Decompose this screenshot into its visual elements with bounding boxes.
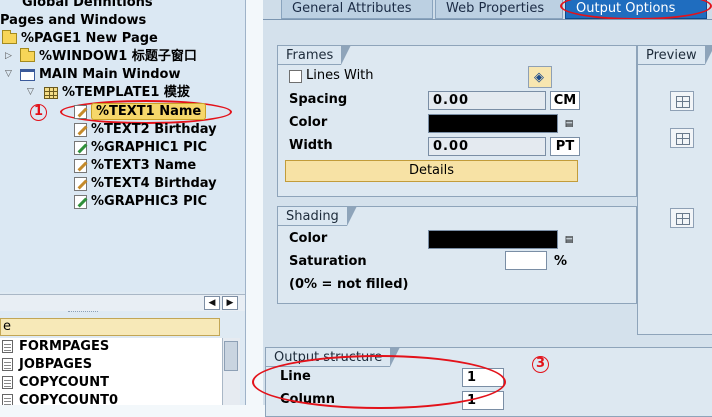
tree-node-label: %PAGE1 New Page — [21, 31, 158, 46]
preview-top-icon[interactable] — [670, 91, 694, 111]
list-item-label: COPYCOUNT0 — [19, 393, 119, 405]
annotation-marker-1: 1 — [30, 104, 47, 121]
list-item-label: COPYCOUNT — [19, 375, 109, 390]
field-list-header: e — [0, 318, 220, 336]
lines-with-label: Lines With — [306, 68, 374, 83]
width-field[interactable]: 0.00 — [428, 137, 546, 156]
tree-node-window1[interactable]: %WINDOW1 标题子窗口 — [20, 48, 197, 65]
shading-color-field[interactable] — [428, 230, 558, 249]
scroll-left-icon[interactable]: ◀ — [204, 296, 220, 310]
graphic-node-icon — [74, 194, 87, 209]
shading-group-title: Shading — [277, 206, 357, 226]
spacing-unit-field[interactable]: CM — [550, 91, 580, 110]
tree-node-graphic3[interactable]: %GRAPHIC3 PIC — [74, 193, 207, 210]
frame-color-field[interactable] — [428, 114, 558, 133]
tab-general-attributes[interactable]: General Attributes — [281, 0, 433, 19]
list-item[interactable]: JOBPAGES — [0, 356, 92, 374]
list-item[interactable]: COPYCOUNT0 — [0, 392, 118, 405]
folder-icon — [2, 30, 17, 44]
tree-node-pages-windows[interactable]: Pages and Windows — [0, 12, 146, 29]
tree-node-text1[interactable]: %TEXT1 Name — [74, 103, 207, 120]
preview-group-title: Preview — [637, 45, 712, 65]
spacing-label: Spacing — [289, 92, 348, 107]
tree-horizontal-scrollbar[interactable]: ◀ ▶ — [0, 294, 245, 311]
window-icon — [20, 68, 35, 81]
panel-splitter[interactable] — [245, 0, 263, 405]
paint-bucket-icon: ◈ — [534, 70, 544, 85]
field-list: FORMPAGES JOBPAGES COPYCOUNT COPYCOUNT0 — [0, 338, 222, 405]
collapse-arrow-icon[interactable]: ▽ — [5, 70, 14, 79]
tree-node-label: %WINDOW1 标题子窗口 — [39, 49, 197, 64]
preview-middle-icon[interactable] — [670, 128, 694, 148]
document-icon — [2, 394, 13, 405]
color-label: Color — [289, 115, 328, 130]
saturation-label: Saturation — [289, 254, 367, 269]
output-options-panel: Frames Lines With ◈ Spacing 0.00 CM Colo… — [263, 19, 712, 417]
tree-node-main-window[interactable]: MAIN Main Window — [20, 66, 180, 83]
tree-node-label: %TEXT2 Birthday — [91, 122, 217, 137]
width-unit-field[interactable]: PT — [550, 137, 580, 156]
expand-arrow-icon[interactable]: ▷ — [5, 52, 14, 61]
shading-color-label: Color — [289, 231, 328, 246]
width-label: Width — [289, 138, 333, 153]
list-item-label: FORMPAGES — [19, 339, 110, 354]
tree-node-label: %TEXT4 Birthday — [91, 176, 217, 191]
annotation-marker-3: 3 — [532, 356, 549, 373]
scrollbar-thumb[interactable] — [224, 341, 238, 371]
tree-node-text2[interactable]: %TEXT2 Birthday — [74, 121, 217, 138]
preview-group: Preview — [637, 45, 712, 335]
tree-node-page1[interactable]: %PAGE1 New Page — [2, 30, 158, 47]
graphic-node-icon — [74, 140, 87, 155]
table-grid-icon — [44, 86, 58, 99]
text-node-icon — [74, 158, 87, 173]
text-node-icon — [74, 104, 87, 119]
collapse-arrow-icon[interactable]: ▽ — [27, 88, 36, 97]
tree-node-label: %TEXT3 Name — [91, 158, 197, 173]
preview-bottom-icon[interactable] — [670, 208, 694, 228]
tree-node-label: %TEMPLATE1 模拔 — [62, 85, 190, 100]
tree-node-label: MAIN Main Window — [39, 67, 181, 82]
list-item-label: JOBPAGES — [19, 357, 93, 372]
lines-with-checkbox[interactable] — [289, 70, 302, 83]
saturation-unit: % — [554, 254, 568, 269]
tree-node-label: %GRAPHIC1 PIC — [91, 140, 208, 155]
document-icon — [2, 340, 13, 353]
saturation-note: (0% = not filled) — [289, 277, 409, 292]
frame-style-button[interactable]: ◈ — [528, 66, 552, 88]
window-folder-icon — [20, 48, 35, 62]
left-panel: Global Definitions Pages and Windows %PA… — [0, 0, 245, 405]
text-node-icon — [74, 122, 87, 137]
list-item[interactable]: COPYCOUNT — [0, 374, 109, 392]
tree-node-template1[interactable]: %TEMPLATE1 模拔 — [44, 84, 190, 101]
details-button[interactable]: Details — [285, 160, 578, 182]
tree-node-label: Pages and Windows — [0, 13, 147, 28]
shading-group: Shading Color ▤ Saturation % (0% = not f… — [277, 206, 637, 304]
document-icon — [2, 376, 13, 389]
scroll-right-icon[interactable]: ▶ — [222, 296, 238, 310]
tree-node-text4[interactable]: %TEXT4 Birthday — [74, 175, 217, 192]
tree-node-text3[interactable]: %TEXT3 Name — [74, 157, 196, 174]
splitter-grip[interactable] — [68, 311, 98, 314]
text-node-icon — [74, 176, 87, 191]
tree-node-graphic1[interactable]: %GRAPHIC1 PIC — [74, 139, 207, 156]
frames-group-title: Frames — [277, 45, 352, 65]
value-help-icon[interactable]: ▤ — [563, 118, 575, 130]
value-help-icon[interactable]: ▤ — [563, 234, 575, 246]
list-item[interactable]: FORMPAGES — [0, 338, 109, 356]
document-icon — [2, 358, 13, 371]
annotation-ellipse-3 — [252, 355, 506, 409]
frames-group: Frames Lines With ◈ Spacing 0.00 CM Colo… — [277, 45, 637, 197]
tree-node-label: Global Definitions — [22, 0, 153, 10]
form-tree: Global Definitions Pages and Windows %PA… — [0, 0, 245, 292]
saturation-field[interactable] — [505, 251, 547, 270]
tree-node-global-definitions[interactable]: Global Definitions — [22, 0, 153, 11]
tab-web-properties[interactable]: Web Properties — [435, 0, 563, 19]
spacing-field[interactable]: 0.00 — [428, 91, 546, 110]
tree-node-label: %GRAPHIC3 PIC — [91, 194, 208, 209]
selected-node-label: %TEXT1 Name — [91, 103, 207, 120]
